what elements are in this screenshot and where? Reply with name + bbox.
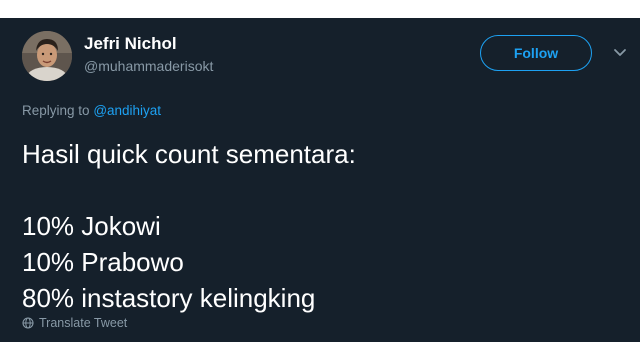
- replying-prefix: Replying to: [22, 103, 90, 118]
- tweet-text-line: 10% Prabowo: [22, 247, 184, 277]
- display-name[interactable]: Jefri Nichol: [84, 34, 177, 54]
- follow-button[interactable]: Follow: [480, 35, 592, 71]
- globe-icon: [22, 317, 34, 329]
- avatar-photo-icon: [22, 31, 72, 81]
- replying-to: Replying to @andihiyat: [22, 103, 161, 118]
- tweet-text-line: 80% instastory kelingking: [22, 283, 316, 313]
- tweet-card: Jefri Nichol @muhammaderisokt Follow Rep…: [0, 18, 640, 342]
- tweet-text-line: 10% Jokowi: [22, 211, 161, 241]
- tweet-text-line: Hasil quick count sementara:: [22, 139, 356, 169]
- replying-mention-link[interactable]: @andihiyat: [93, 103, 161, 118]
- translate-tweet-link[interactable]: Translate Tweet: [22, 316, 127, 330]
- avatar[interactable]: [22, 31, 72, 81]
- translate-tweet-label: Translate Tweet: [39, 316, 128, 330]
- chevron-down-icon[interactable]: [612, 46, 628, 60]
- user-handle[interactable]: @muhammaderisokt: [84, 58, 213, 74]
- tweet-text: Hasil quick count sementara: 10% Jokowi …: [22, 136, 356, 316]
